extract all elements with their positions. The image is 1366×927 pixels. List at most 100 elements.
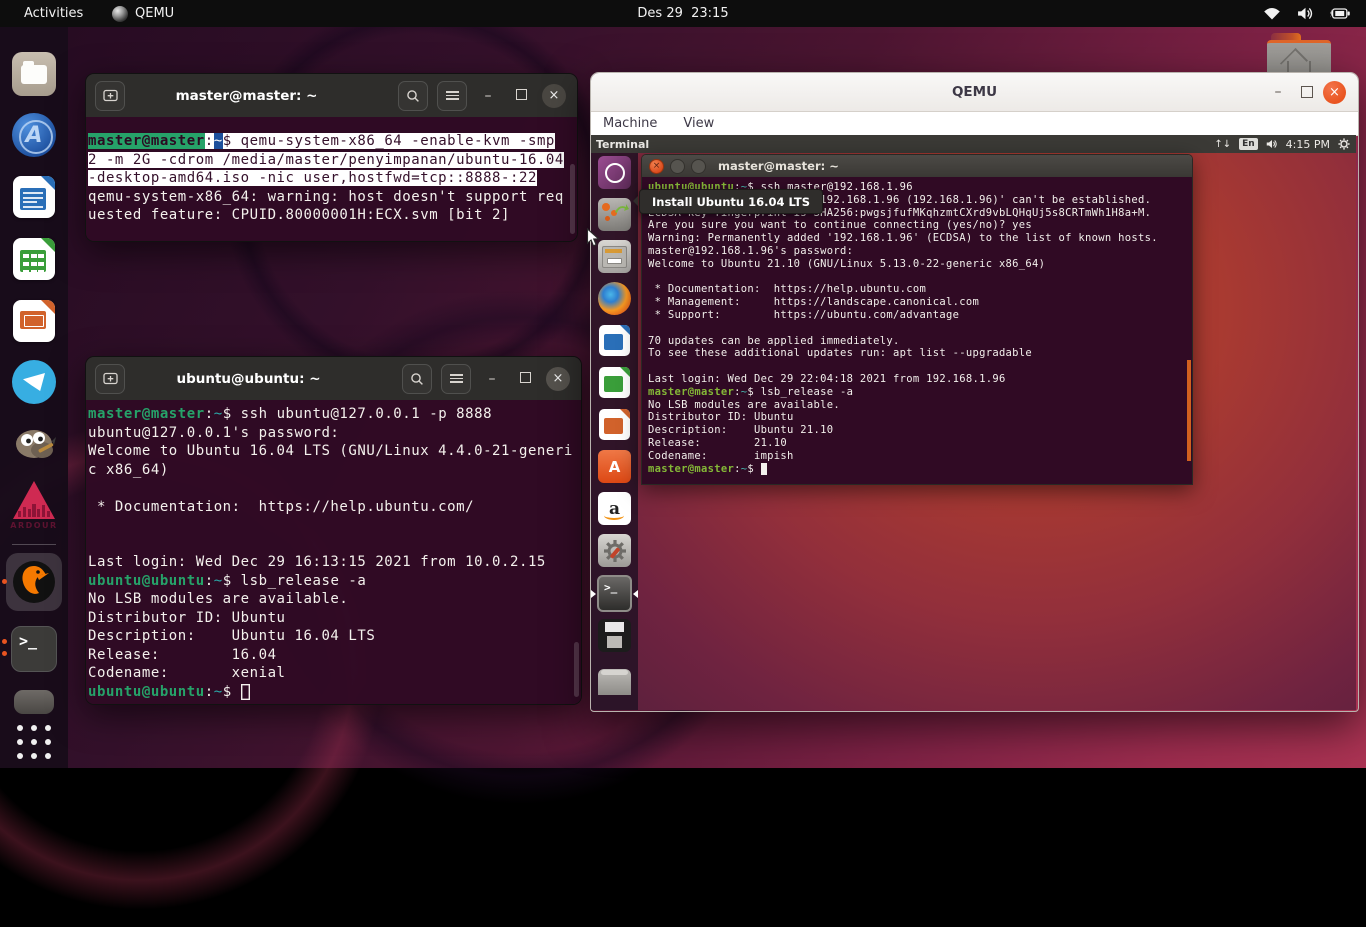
wifi-icon xyxy=(1264,7,1280,20)
terminal-line: Release: 21.10 xyxy=(648,436,788,449)
terminal-line: Welcome to Ubuntu 16.04 LTS (GNU/Linux 4… xyxy=(88,443,573,459)
terminal1-scrollbar[interactable] xyxy=(570,164,575,234)
terminal-line: Last login: Wed Dec 29 22:04:18 2021 fro… xyxy=(648,372,1006,385)
new-tab-icon xyxy=(102,372,118,385)
dock-item-show-applications[interactable] xyxy=(10,719,58,765)
close-button[interactable]: × xyxy=(649,158,664,174)
libreoffice-impress-icon xyxy=(13,300,55,342)
launcher-floppy[interactable] xyxy=(597,618,632,653)
menu-button[interactable] xyxy=(437,80,467,111)
terminal-line: * Documentation: https://help.ubuntu.com… xyxy=(88,498,475,515)
libreoffice-impress-icon xyxy=(599,409,630,440)
close-icon: × xyxy=(652,161,661,171)
terminal-window-master: master@master: ~ – × master@master:~$ qe… xyxy=(85,73,578,242)
guest-app-menu-label[interactable]: Terminal xyxy=(596,138,649,151)
minimize-button[interactable]: – xyxy=(476,88,500,104)
launcher-amazon[interactable]: a xyxy=(597,491,632,526)
dock-item-libreoffice-impress[interactable] xyxy=(10,297,58,345)
activities-button[interactable]: Activities xyxy=(24,0,83,27)
terminal2-scrollbar[interactable] xyxy=(574,642,579,697)
minimize-button[interactable]: – xyxy=(1265,84,1291,100)
search-icon xyxy=(411,372,423,385)
launcher-ubuntu-bfb[interactable] xyxy=(597,155,632,190)
search-icon xyxy=(407,89,419,102)
ardour-icon: ARDOUR xyxy=(10,479,58,535)
dock-item-a-browser[interactable]: A xyxy=(10,111,58,159)
guest-terminal-scrollbar[interactable] xyxy=(1187,360,1191,461)
search-button[interactable] xyxy=(402,363,432,394)
dock-item-qemu[interactable] xyxy=(2,553,62,611)
terminal-line: master@master:~$ ssh ubuntu@127.0.0.1 -p… xyxy=(88,406,493,422)
guest-top-panel: Terminal ↑↓ En 4:15 PM xyxy=(591,135,1356,153)
system-status-area[interactable] xyxy=(1263,0,1350,27)
terminal-line: Description: Ubuntu 21.10 xyxy=(648,424,834,437)
running-arrow xyxy=(591,590,596,598)
libreoffice-calc-icon xyxy=(13,238,55,280)
top-bar: Activities QEMU Des 29 23:15 xyxy=(0,0,1366,27)
launcher-system-settings[interactable] xyxy=(597,533,632,568)
dock-item-ardour[interactable]: ARDOUR xyxy=(10,479,58,535)
close-button[interactable]: × xyxy=(546,366,570,391)
terminal1-title: master@master: ~ xyxy=(175,87,318,104)
terminal-line: Description: Ubuntu 16.04 LTS xyxy=(88,628,376,644)
guest-terminal-content[interactable]: ubuntu@ubuntu:~$ ssh master@192.168.1.96… xyxy=(642,177,1192,484)
maximize-button[interactable] xyxy=(691,158,706,174)
launcher-files[interactable] xyxy=(597,239,632,274)
dock-item-gimp[interactable] xyxy=(10,420,58,468)
maximize-button[interactable] xyxy=(1301,86,1313,98)
libreoffice-writer-icon xyxy=(599,325,630,356)
running-indicator-dot xyxy=(2,639,7,644)
clock[interactable]: Des 29 23:15 xyxy=(637,0,728,27)
minimize-button[interactable]: – xyxy=(480,371,504,387)
keyboard-indicator[interactable]: En xyxy=(1239,138,1258,150)
launcher-install-ubuntu[interactable] xyxy=(597,197,632,232)
dock-item-more-app[interactable] xyxy=(10,689,58,715)
launcher-firefox[interactable] xyxy=(597,281,632,316)
dock-item-libreoffice-writer[interactable] xyxy=(10,173,58,221)
launcher-libreoffice-calc[interactable] xyxy=(597,365,632,400)
terminal-line: c x86_64) xyxy=(88,461,169,478)
network-arrows-icon[interactable]: ↑↓ xyxy=(1214,139,1231,150)
gear-icon[interactable] xyxy=(1338,138,1350,150)
qemu-titlebar[interactable]: QEMU – × xyxy=(591,73,1358,112)
trash-icon xyxy=(598,669,631,695)
volume-icon[interactable] xyxy=(1266,139,1278,149)
launcher-trash[interactable] xyxy=(597,660,632,695)
focused-app-indicator[interactable]: QEMU xyxy=(112,0,174,27)
dock-item-libreoffice-calc[interactable] xyxy=(10,235,58,283)
dock-item-terminal[interactable]: >_ xyxy=(2,625,58,673)
launcher-terminal[interactable]: >_ xyxy=(591,575,638,612)
guest-terminal-title: master@master: ~ xyxy=(718,159,839,173)
new-tab-button[interactable] xyxy=(95,80,125,111)
maximize-button[interactable] xyxy=(513,371,537,387)
search-button[interactable] xyxy=(398,80,428,111)
terminal-icon: >_ xyxy=(11,626,57,672)
guest-terminal-titlebar[interactable]: × master@master: ~ xyxy=(642,155,1192,177)
terminal2-headerbar[interactable]: ubuntu@ubuntu: ~ – × xyxy=(86,357,581,400)
menu-machine[interactable]: Machine xyxy=(603,116,657,131)
new-tab-button[interactable] xyxy=(95,363,125,394)
focused-arrow xyxy=(633,590,638,598)
firefox-icon xyxy=(598,282,631,315)
more-app-icon xyxy=(14,690,54,714)
menu-button[interactable] xyxy=(441,363,471,394)
guest-screen[interactable]: Terminal ↑↓ En 4:15 PM A a >_ × master@m… xyxy=(591,135,1356,710)
dock-item-telegram[interactable] xyxy=(10,358,58,406)
minimize-button[interactable] xyxy=(670,158,685,174)
show-applications-icon xyxy=(17,725,51,759)
close-button[interactable]: × xyxy=(542,83,566,108)
terminal1-content[interactable]: master@master:~$ qemu-system-x86_64 -ena… xyxy=(86,117,577,241)
close-button[interactable]: × xyxy=(1323,80,1346,104)
dock-item-files[interactable] xyxy=(10,50,58,98)
launcher-libreoffice-writer[interactable] xyxy=(597,323,632,358)
terminal1-headerbar[interactable]: master@master: ~ – × xyxy=(86,74,577,117)
maximize-button[interactable] xyxy=(509,88,533,104)
guest-clock[interactable]: 4:15 PM xyxy=(1286,138,1330,151)
launcher-libreoffice-impress[interactable] xyxy=(597,407,632,442)
launcher-ubuntu-software[interactable]: A xyxy=(597,449,632,484)
menu-view[interactable]: View xyxy=(683,116,714,131)
terminal2-content[interactable]: master@master:~$ ssh ubuntu@127.0.0.1 -p… xyxy=(86,400,581,704)
guest-launcher: A a >_ xyxy=(591,153,638,710)
